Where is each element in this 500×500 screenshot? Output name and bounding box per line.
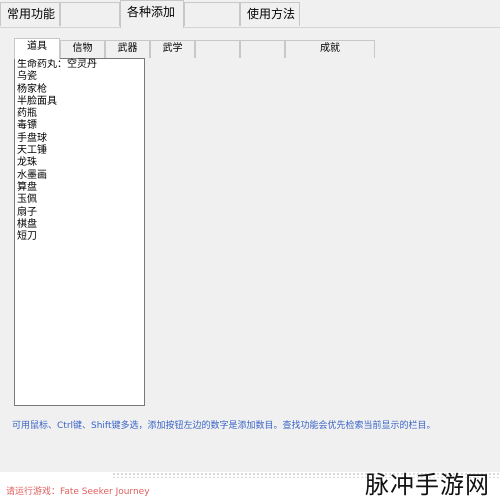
game-status-text: 请运行游戏：Fate Seeker Journey [6,487,150,497]
tab-martial-arts[interactable]: 武学 [150,40,195,58]
tab-tokens[interactable]: 信物 [60,40,105,58]
list-item[interactable]: 棋盘 [15,219,144,231]
list-item[interactable]: 玉佩 [15,194,144,206]
tab-blank-1[interactable] [60,2,120,26]
list-item[interactable]: 生命药丸：空灵丹 [15,59,144,71]
tab-blank-2[interactable] [184,2,240,26]
list-item[interactable]: 手盘球 [15,133,144,145]
list-item[interactable]: 扇子 [15,207,144,219]
tab-usage[interactable]: 使用方法 [240,2,300,26]
app-window: 常用功能 各种添加 使用方法 道具 信物 武器 武学 成就 生命药丸：空灵丹 乌… [0,0,500,472]
top-tab-bar: 常用功能 各种添加 使用方法 [0,0,500,28]
list-item[interactable]: 水墨画 [15,170,144,182]
add-panel: 道具 信物 武器 武学 成就 生命药丸：空灵丹 乌瓷 杨家枪 半脸面具 药瓶 毒… [6,28,494,433]
list-item[interactable]: 天工锤 [15,145,144,157]
list-item[interactable]: 算盘 [15,182,144,194]
tab-achievements[interactable]: 成就 [285,40,375,58]
category-tab-bar: 道具 信物 武器 武学 成就 [14,38,384,59]
item-list[interactable]: 生命药丸：空灵丹 乌瓷 杨家枪 半脸面具 药瓶 毒镖 手盘球 天工锤 龙珠 水墨… [14,58,145,406]
list-item[interactable]: 杨家枪 [15,84,144,96]
list-item[interactable]: 乌瓷 [15,71,144,83]
list-item[interactable]: 龙珠 [15,157,144,169]
usage-hint: 可用鼠标、Ctrl键、Shift键多选，添加按钮左边的数字是添加数目。查找功能会… [12,421,436,431]
watermark-logo: 脉冲手游网 [365,471,490,499]
list-item[interactable]: 半脸面具 [15,96,144,108]
tab-blank-b[interactable] [240,40,285,58]
tab-blank-a[interactable] [195,40,240,58]
tab-various-add[interactable]: 各种添加 [120,0,184,28]
list-item[interactable]: 药瓶 [15,108,144,120]
tab-weapons[interactable]: 武器 [105,40,150,58]
list-item[interactable]: 毒镖 [15,120,144,132]
list-item[interactable]: 短刀 [15,231,144,243]
tab-items[interactable]: 道具 [14,38,60,59]
tab-common-functions[interactable]: 常用功能 [0,2,60,26]
